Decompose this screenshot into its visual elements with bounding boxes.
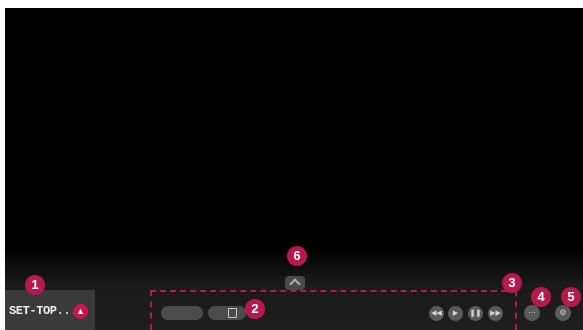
pause-icon[interactable]: ❚❚ [468,306,483,321]
tv-screen: SET-TOP... ▲ ◀◀ ▶ ❚❚ ▶▶ ⋯ ⚙ [5,8,583,330]
callout-badge: 6 [287,246,307,266]
input-menu-up-button[interactable]: ▲ [73,304,88,319]
callout-badge: 2 [245,299,265,319]
input-source-label: SET-TOP... [9,304,78,318]
rewind-icon[interactable]: ◀◀ [429,306,444,321]
more-options-icon[interactable]: ⋯ [524,305,540,321]
expand-controls-button[interactable] [285,276,305,290]
callout-badge: 5 [561,287,581,307]
control-pill-button[interactable] [161,306,203,320]
fast-forward-icon[interactable]: ▶▶ [488,306,503,321]
pill-glyph-icon [228,308,237,318]
callout-badge: 3 [502,273,522,293]
callout-badge: 4 [531,287,551,307]
settings-gear-icon[interactable]: ⚙ [555,305,571,321]
control-pill-button[interactable] [208,306,246,320]
callout-badge: 1 [25,275,45,295]
play-icon[interactable]: ▶ [448,306,463,321]
